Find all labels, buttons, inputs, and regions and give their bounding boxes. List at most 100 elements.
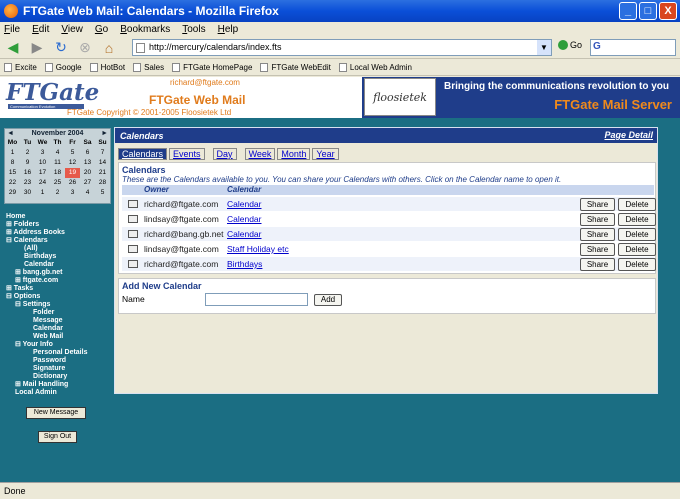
calendar-day[interactable]: 25 <box>50 178 65 188</box>
nav-settings-web-mail[interactable]: Web Mail <box>6 333 87 341</box>
next-month-icon[interactable]: ► <box>101 129 108 138</box>
nav-settings-folder[interactable]: Folder <box>6 309 87 317</box>
menu-file[interactable]: File <box>4 24 20 35</box>
menu-edit[interactable]: Edit <box>32 24 49 35</box>
calendar-day[interactable]: 22 <box>5 178 20 188</box>
bookmark-hotbot[interactable]: HotBot <box>89 63 125 72</box>
search-input[interactable]: G <box>590 39 676 56</box>
tab-week[interactable]: Week <box>244 148 276 160</box>
bookmark-ftgate-webedit[interactable]: FTGate WebEdit <box>260 63 331 72</box>
row-calendar-link[interactable]: Calendar <box>227 197 262 211</box>
stop-icon[interactable]: ⊗ <box>76 39 94 57</box>
calendar-day[interactable]: 11 <box>50 158 65 168</box>
page-detail-link[interactable]: Page Detail <box>604 130 653 140</box>
delete-button[interactable]: Delete <box>618 228 656 241</box>
calendar-day[interactable]: 2 <box>20 148 35 158</box>
nav-options[interactable]: ⊟ Options <box>6 293 87 301</box>
calendar-day[interactable]: 26 <box>65 178 80 188</box>
nav-personal-details[interactable]: Personal Details <box>6 349 87 357</box>
calendar-day[interactable]: 4 <box>50 148 65 158</box>
delete-button[interactable]: Delete <box>618 258 656 271</box>
nav-birthdays[interactable]: Birthdays <box>6 253 87 261</box>
delete-button[interactable]: Delete <box>618 198 656 211</box>
minimize-button[interactable]: _ <box>619 2 637 20</box>
calendar-day[interactable]: 6 <box>80 148 95 158</box>
calendar-day[interactable]: 3 <box>35 148 50 158</box>
menu-view[interactable]: View <box>61 24 83 35</box>
nav-signature[interactable]: Signature <box>6 365 87 373</box>
calendar-day[interactable]: 30 <box>20 188 35 198</box>
home-icon[interactable]: ⌂ <box>100 39 118 57</box>
nav-calendars[interactable]: ⊟ Calendars <box>6 237 87 245</box>
calendar-day[interactable]: 3 <box>65 188 80 198</box>
nav-home[interactable]: Home <box>6 213 87 221</box>
calendar-day[interactable]: 18 <box>50 168 65 178</box>
calendar-day[interactable]: 29 <box>5 188 20 198</box>
nav-local-admin[interactable]: Local Admin <box>6 389 87 397</box>
calendar-day[interactable]: 1 <box>5 148 20 158</box>
menu-go[interactable]: Go <box>95 24 108 35</box>
add-button[interactable]: Add <box>314 294 342 306</box>
calendar-day[interactable]: 28 <box>95 178 110 188</box>
row-calendar-link[interactable]: Birthdays <box>227 257 262 271</box>
delete-button[interactable]: Delete <box>618 243 656 256</box>
calendar-day[interactable]: 4 <box>80 188 95 198</box>
menu-bookmarks[interactable]: Bookmarks <box>120 24 170 35</box>
share-button[interactable]: Share <box>580 198 615 211</box>
calendar-name-input[interactable] <box>205 293 308 306</box>
calendar-day[interactable]: 24 <box>35 178 50 188</box>
tab-events[interactable]: Events <box>169 148 205 160</box>
nav-ftgate-com[interactable]: ⊞ ftgate.com <box>6 277 87 285</box>
nav-bang-gb-net[interactable]: ⊞ bang.gb.net <box>6 269 87 277</box>
nav-your-info[interactable]: ⊟ Your Info <box>6 341 87 349</box>
share-button[interactable]: Share <box>580 243 615 256</box>
calendar-day[interactable]: 2 <box>50 188 65 198</box>
nav-dictionary[interactable]: Dictionary <box>6 373 87 381</box>
chevron-down-icon[interactable]: ▼ <box>537 40 551 55</box>
reload-icon[interactable]: ↻ <box>52 39 70 57</box>
nav-tasks[interactable]: ⊞ Tasks <box>6 285 87 293</box>
calendar-day[interactable]: 5 <box>65 148 80 158</box>
menu-help[interactable]: Help <box>218 24 239 35</box>
calendar-day[interactable]: 13 <box>80 158 95 168</box>
url-bar[interactable]: http://mercury/calendars/index.fts ▼ <box>132 39 552 56</box>
nav-folders[interactable]: ⊞ Folders <box>6 221 87 229</box>
row-calendar-link[interactable]: Calendar <box>227 212 262 226</box>
nav-settings-message[interactable]: Message <box>6 317 87 325</box>
share-button[interactable]: Share <box>580 258 615 271</box>
calendar-day[interactable]: 7 <box>95 148 110 158</box>
calendar-day[interactable]: 10 <box>35 158 50 168</box>
nav-mail-handling[interactable]: ⊞ Mail Handling <box>6 381 87 389</box>
calendar-day[interactable]: 27 <box>80 178 95 188</box>
calendar-day-today[interactable]: 19 <box>65 168 80 178</box>
nav-address-books[interactable]: ⊞ Address Books <box>6 229 87 237</box>
tab-month[interactable]: Month <box>277 148 311 160</box>
calendar-day[interactable]: 8 <box>5 158 20 168</box>
prev-month-icon[interactable]: ◄ <box>7 129 14 138</box>
bookmark-ftgate-homepage[interactable]: FTGate HomePage <box>172 63 252 72</box>
bookmark-local-web-admin[interactable]: Local Web Admin <box>338 63 412 72</box>
close-button[interactable]: X <box>659 2 677 20</box>
bookmark-google[interactable]: Google <box>44 63 82 72</box>
calendar-day[interactable]: 21 <box>95 168 110 178</box>
bookmark-sales[interactable]: Sales <box>133 63 164 72</box>
row-calendar-link[interactable]: Calendar <box>227 227 262 241</box>
calendar-day[interactable]: 14 <box>95 158 110 168</box>
nav-calendar[interactable]: Calendar <box>6 261 87 269</box>
tab-calendars[interactable]: Calendars <box>118 148 168 160</box>
nav-settings-calendar[interactable]: Calendar <box>6 325 87 333</box>
new-message-button[interactable]: New Message <box>26 407 86 419</box>
nav-settings[interactable]: ⊟ Settings <box>6 301 87 309</box>
nav-calendars-all[interactable]: (All) <box>6 245 87 253</box>
sign-out-button[interactable]: Sign Out <box>38 431 77 443</box>
nav-password[interactable]: Password <box>6 357 87 365</box>
tab-day[interactable]: Day <box>212 148 237 160</box>
calendar-day[interactable]: 12 <box>65 158 80 168</box>
calendar-day[interactable]: 9 <box>20 158 35 168</box>
go-button[interactable]: Go <box>558 40 582 50</box>
calendar-day[interactable]: 16 <box>20 168 35 178</box>
share-button[interactable]: Share <box>580 213 615 226</box>
calendar-day[interactable]: 5 <box>95 188 110 198</box>
calendar-day[interactable]: 15 <box>5 168 20 178</box>
delete-button[interactable]: Delete <box>618 213 656 226</box>
